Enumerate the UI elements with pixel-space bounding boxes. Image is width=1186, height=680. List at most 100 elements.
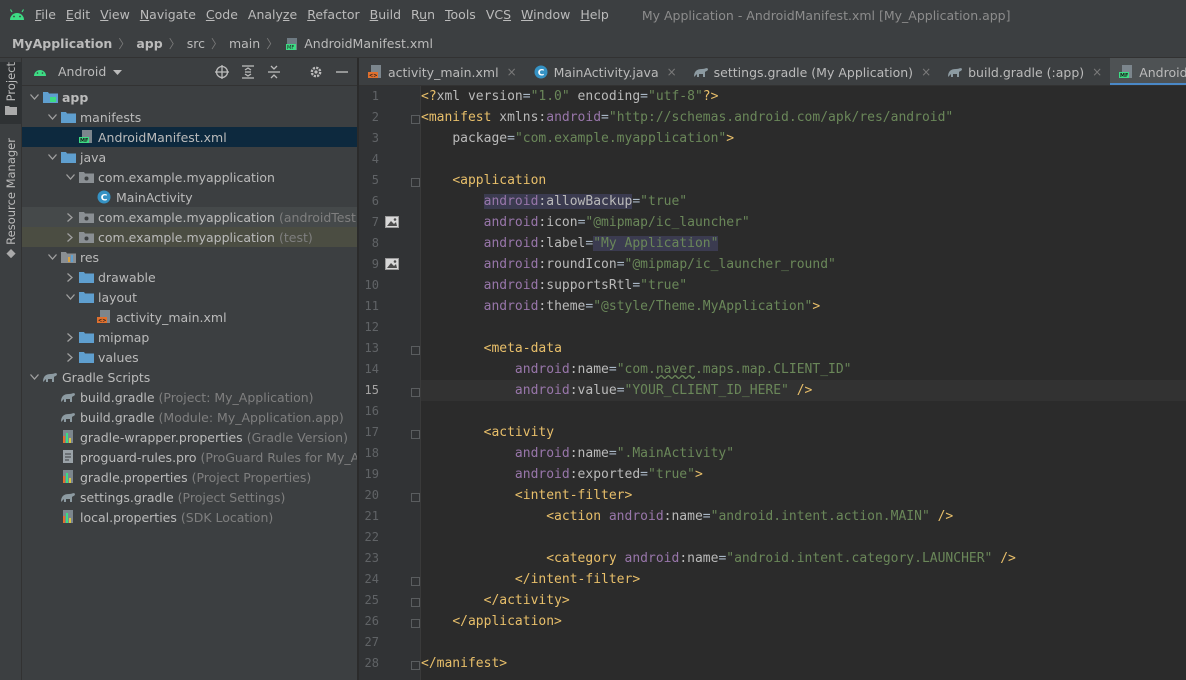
project-view-selector[interactable]: Android (58, 64, 106, 79)
tree-row[interactable]: layout (22, 287, 357, 307)
fold-marker-icon[interactable] (411, 596, 420, 607)
editor-tab[interactable]: <> activity_main.xml × (359, 58, 525, 85)
chevron-down-icon[interactable] (62, 287, 78, 307)
chevron-down-icon[interactable] (113, 65, 123, 79)
close-icon[interactable]: × (507, 65, 517, 79)
menu-edit[interactable]: Edit (61, 0, 95, 30)
project-tool-tab[interactable]: Project (0, 62, 22, 124)
svg-text:C: C (537, 69, 544, 79)
tree-row[interactable]: <> activity_main.xml (22, 307, 357, 327)
image-icon[interactable] (385, 216, 399, 228)
editor-tab[interactable]: MFAndroidManifest.xml× (1110, 58, 1186, 85)
breadcrumb-src[interactable]: src (187, 36, 205, 51)
breadcrumb-module[interactable]: app (136, 36, 162, 51)
menu-help[interactable]: Help (575, 0, 614, 30)
tree-row[interactable]: MF AndroidManifest.xml (22, 127, 357, 147)
editor-tab[interactable]: C MainActivity.java × (525, 58, 685, 85)
tree-row[interactable]: com.example.myapplication (22, 167, 357, 187)
tree-row[interactable]: build.gradle (Project: My_Application) (22, 387, 357, 407)
tree-row[interactable]: java (22, 147, 357, 167)
breadcrumb-main[interactable]: main (229, 36, 260, 51)
tree-row[interactable]: settings.gradle (Project Settings) (22, 487, 357, 507)
crosshair-icon[interactable] (213, 63, 231, 81)
tree-row[interactable]: proguard-rules.pro (ProGuard Rules for My… (22, 447, 357, 467)
fold-marker-icon[interactable] (411, 113, 420, 124)
chevron-down-icon[interactable] (26, 87, 42, 107)
tree-row-label: activity_main.xml (116, 309, 227, 325)
tree-row[interactable]: drawable (22, 267, 357, 287)
line-number: 6 (371, 194, 379, 208)
close-icon[interactable]: × (921, 65, 931, 79)
chevron-right-icon: 〉 (210, 37, 223, 51)
tree-row[interactable]: C MainActivity (22, 187, 357, 207)
chevron-down-icon[interactable] (62, 167, 78, 187)
chevron-down-icon[interactable] (44, 147, 60, 167)
line-number: 23 (364, 551, 379, 565)
collapse-all-icon[interactable] (265, 63, 283, 81)
chevron-right-icon[interactable] (62, 227, 78, 247)
android-studio-logo-icon (4, 0, 30, 30)
fold-marker-icon[interactable] (411, 617, 420, 628)
expand-all-icon[interactable] (239, 63, 257, 81)
close-icon[interactable]: × (1092, 65, 1102, 79)
tree-row[interactable]: com.example.myapplication (androidTest) (22, 207, 357, 227)
chevron-down-icon[interactable] (26, 367, 42, 387)
menu-run[interactable]: Run (406, 0, 440, 30)
menu-file[interactable]: File (30, 0, 61, 30)
code-line: <manifest xmlns:android="http://schemas.… (421, 110, 954, 125)
menu-tools[interactable]: Tools (440, 0, 481, 30)
image-icon[interactable] (385, 258, 399, 270)
svg-text:<>: <> (369, 73, 377, 79)
chevron-down-icon[interactable] (44, 107, 60, 127)
tree-row[interactable]: gradle.properties (Project Properties) (22, 467, 357, 487)
tree-row[interactable]: gradle-wrapper.properties (Gradle Version… (22, 427, 357, 447)
menu-view[interactable]: View (95, 0, 135, 30)
chevron-right-icon[interactable] (62, 207, 78, 227)
chevron-right-icon[interactable] (62, 267, 78, 287)
tree-row-label: proguard-rules.pro (80, 449, 197, 465)
tree-row[interactable]: Gradle Scripts (22, 367, 357, 387)
tree-row-label: build.gradle (80, 389, 155, 405)
editor-tab[interactable]: build.gradle (:app) × (939, 58, 1110, 85)
fold-marker-icon[interactable] (411, 176, 420, 187)
tree-row[interactable]: local.properties (SDK Location) (22, 507, 357, 527)
menu-code[interactable]: Code (201, 0, 243, 30)
close-icon[interactable]: × (667, 65, 677, 79)
chevron-right-icon[interactable] (62, 327, 78, 347)
fold-marker-icon[interactable] (411, 575, 420, 586)
menu-bar: File Edit View Navigate Code Analyze Refactor B… (0, 0, 1186, 30)
tree-row[interactable]: mipmap (22, 327, 357, 347)
menu-window[interactable]: Window (516, 0, 575, 30)
breadcrumb-file[interactable]: MF AndroidManifest.xml (284, 36, 433, 52)
resource-manager-label: Resource Manager (4, 138, 18, 245)
tree-row[interactable]: res (22, 247, 357, 267)
menu-navigate[interactable]: Navigate (135, 0, 201, 30)
editor-tab[interactable]: settings.gradle (My Application) × (685, 58, 939, 85)
fold-marker-icon[interactable] (411, 428, 420, 439)
chevron-right-icon[interactable] (62, 347, 78, 367)
tree-row[interactable]: values (22, 347, 357, 367)
menu-analyze[interactable]: Analyze (243, 0, 302, 30)
menu-vcs[interactable]: VCS (481, 0, 516, 30)
tree-row[interactable]: build.gradle (Module: My_Application.app) (22, 407, 357, 427)
tree-row[interactable]: com.example.myapplication (test) (22, 227, 357, 247)
fold-marker-icon[interactable] (411, 659, 420, 670)
fold-marker-icon[interactable] (411, 386, 420, 397)
class-icon: C (533, 64, 549, 80)
tree-row[interactable]: manifests (22, 107, 357, 127)
gradle-icon (60, 489, 76, 505)
tree-row-label: gradle.properties (80, 469, 188, 485)
code-editor[interactable]: 1 <?xml version="1.0" encoding="utf-8"?> 2… (359, 86, 1186, 680)
chevron-down-icon[interactable] (44, 247, 60, 267)
minimize-icon[interactable] (333, 63, 351, 81)
fold-marker-icon[interactable] (411, 344, 420, 355)
gear-icon[interactable] (307, 63, 325, 81)
tree-row[interactable]: app (22, 87, 357, 107)
menu-build[interactable]: Build (365, 0, 406, 30)
resource-manager-tool-tab[interactable]: Resource Manager (0, 138, 22, 258)
fold-marker-icon[interactable] (411, 491, 420, 502)
window-title: My Application - AndroidManifest.xml [My… (641, 7, 1011, 23)
breadcrumb-project[interactable]: MyApplication (12, 36, 112, 51)
menu-refactor[interactable]: Refactor (302, 0, 364, 30)
